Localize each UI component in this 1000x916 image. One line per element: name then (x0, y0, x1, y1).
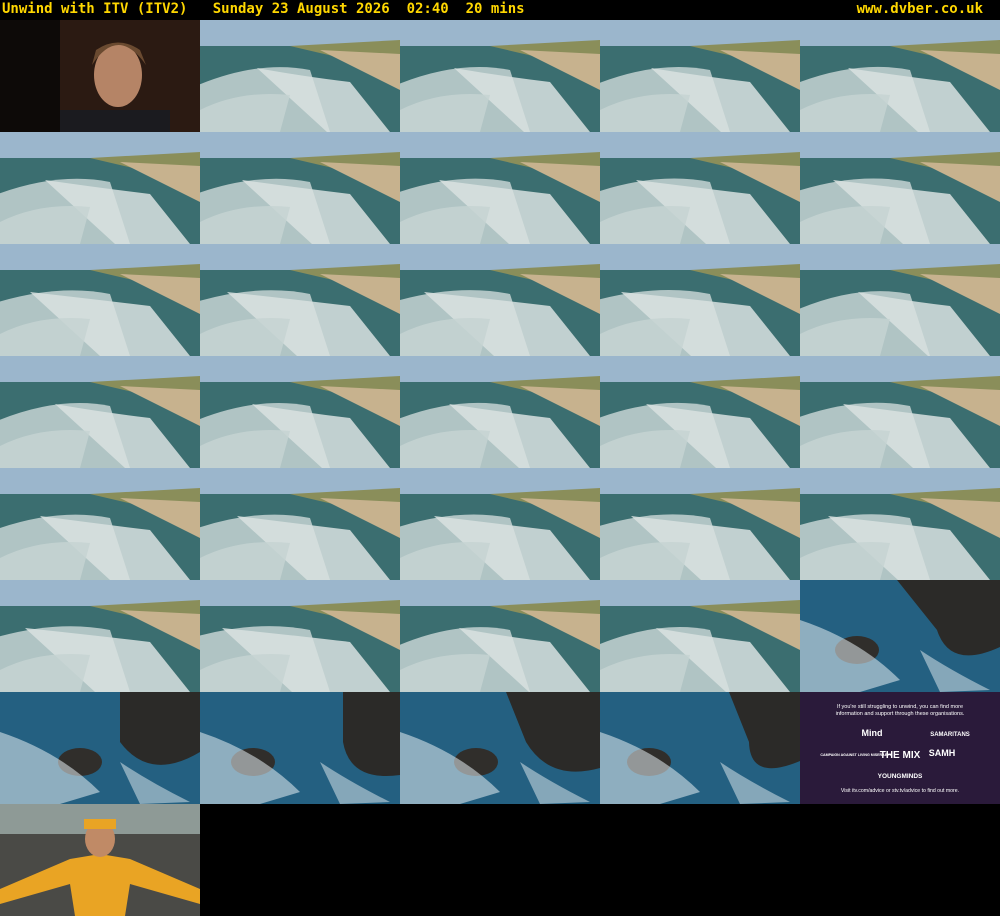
thumbnail-frame-image (200, 132, 400, 244)
header-bar: Unwind with ITV (ITV2) Sunday 23 August … (0, 0, 1000, 20)
thumbnail-frame-image (400, 356, 600, 468)
thumbnail-aerial-beach-waves[interactable] (0, 132, 200, 244)
thumbnail-rocks-surf[interactable] (200, 692, 400, 804)
logo-mind: Mind (862, 728, 883, 738)
thumbnail-aerial-beach-waves[interactable] (600, 244, 800, 356)
thumbnail-frame-image (600, 468, 800, 580)
thumbnail-woman-portrait[interactable] (0, 20, 200, 132)
site-link[interactable]: www.dvber.co.uk (857, 0, 983, 18)
thumbnail-frame-image (200, 692, 400, 804)
thumbnail-frame-image (600, 580, 800, 692)
thumbnail-aerial-beach-waves[interactable] (400, 244, 600, 356)
thumbnail-rocks-surf[interactable] (0, 692, 200, 804)
thumbnail-frame-image (200, 356, 400, 468)
thumbnail-frame-image (200, 580, 400, 692)
thumbnail-frame-image (0, 692, 200, 804)
thumbnail-aerial-beach-waves[interactable] (200, 468, 400, 580)
thumbnail-aerial-beach-waves[interactable] (800, 356, 1000, 468)
logo-youngminds: YOUNGMINDS (878, 773, 923, 780)
thumbnail-frame-image (400, 132, 600, 244)
thumbnail-aerial-beach-waves[interactable] (400, 356, 600, 468)
thumbnail-frame-image (800, 20, 1000, 132)
thumbnail-man-yellow-coat[interactable] (0, 804, 200, 916)
advice-visit-line: Visit itv.com/advice or stv.tv/advice to… (841, 788, 959, 794)
thumbnail-frame-image: If you're still struggling to unwind, yo… (800, 692, 1000, 804)
thumbnail-rocks-surf[interactable] (800, 580, 1000, 692)
thumbnail-aerial-beach-waves[interactable] (0, 580, 200, 692)
thumbnail-aerial-beach-waves[interactable] (400, 132, 600, 244)
thumbnail-frame-image (400, 468, 600, 580)
thumbnail-aerial-beach-waves[interactable] (600, 468, 800, 580)
thumbnail-frame-image (0, 356, 200, 468)
thumbnail-frame-image (800, 356, 1000, 468)
thumbnail-frame-image (0, 20, 200, 132)
thumbnail-rocks-surf[interactable] (400, 692, 600, 804)
thumbnail-frame-image (400, 580, 600, 692)
thumbnail-aerial-beach-waves[interactable] (600, 20, 800, 132)
thumbnail-aerial-beach-waves[interactable] (600, 356, 800, 468)
thumbnail-aerial-beach-waves[interactable] (600, 132, 800, 244)
thumbnail-frame-image (400, 244, 600, 356)
thumbnail-frame-image (600, 356, 800, 468)
thumbnail-aerial-beach-waves[interactable] (600, 580, 800, 692)
thumbnail-aerial-beach-waves[interactable] (0, 468, 200, 580)
thumbnail-aerial-beach-waves[interactable] (0, 356, 200, 468)
thumbnail-frame-image (600, 20, 800, 132)
thumbnail-frame-image (200, 468, 400, 580)
thumbnail-aerial-beach-waves[interactable] (400, 580, 600, 692)
thumbnail-aerial-beach-waves[interactable] (200, 580, 400, 692)
thumbnail-frame-image (800, 468, 1000, 580)
thumbnail-aerial-beach-waves[interactable] (800, 20, 1000, 132)
thumbnail-aerial-beach-waves[interactable] (200, 244, 400, 356)
thumbnail-aerial-beach-waves[interactable] (200, 20, 400, 132)
thumbnail-aerial-beach-waves[interactable] (400, 20, 600, 132)
logo-samh: SAMH (929, 748, 956, 758)
advice-line: If you're still struggling to unwind, yo… (837, 704, 963, 710)
thumbnail-frame-image (600, 132, 800, 244)
thumbnail-charity-advice-card[interactable]: If you're still struggling to unwind, yo… (800, 692, 1000, 804)
thumbnail-aerial-beach-waves[interactable] (400, 468, 600, 580)
thumbnail-frame-image (0, 244, 200, 356)
thumbnail-frame-image (0, 468, 200, 580)
thumbnail-aerial-beach-waves[interactable] (800, 244, 1000, 356)
thumbnail-aerial-beach-waves[interactable] (800, 132, 1000, 244)
thumbnail-frame-image (200, 244, 400, 356)
thumbnail-aerial-beach-waves[interactable] (200, 356, 400, 468)
logo-the-mix: THE MIX (880, 750, 921, 761)
logo-samaritans: SAMARITANS (930, 732, 970, 738)
thumbnail-aerial-beach-waves[interactable] (0, 244, 200, 356)
thumbnail-frame-image (0, 580, 200, 692)
thumbnail-frame-image (800, 132, 1000, 244)
thumbnail-frame-image (400, 20, 600, 132)
thumbnail-frame-image (600, 692, 800, 804)
thumbnail-grid: If you're still struggling to unwind, yo… (0, 20, 1000, 916)
thumbnail-aerial-beach-waves[interactable] (200, 132, 400, 244)
thumbnail-frame-image (0, 132, 200, 244)
thumbnail-frame-image (800, 244, 1000, 356)
thumbnail-frame-image (600, 244, 800, 356)
thumbnail-rocks-surf[interactable] (600, 692, 800, 804)
thumbnail-aerial-beach-waves[interactable] (800, 468, 1000, 580)
thumbnail-frame-image (0, 804, 200, 916)
thumbnail-frame-image (200, 20, 400, 132)
programme-title: Unwind with ITV (ITV2) Sunday 23 August … (2, 1, 525, 17)
thumbnail-frame-image (800, 580, 1000, 692)
thumbnail-frame-image (400, 692, 600, 804)
advice-line: information and support through these or… (836, 711, 965, 717)
